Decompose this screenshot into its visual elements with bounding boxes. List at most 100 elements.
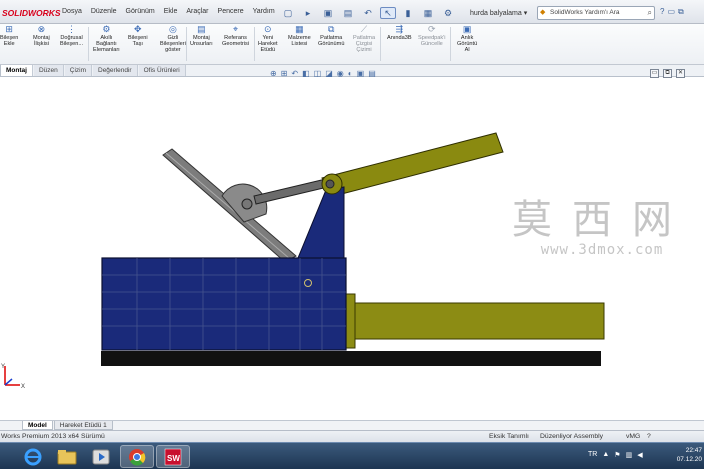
ribbon-button-new-motion-study[interactable]: ⊙ Yeni Hareket Etüdü [258,25,278,54]
ribbon-button-mate[interactable]: ⊗ Montaj İlişkisi [33,25,50,48]
ribbon-button-speedpak[interactable]: ⟳ Speedpak'i Güncelle [418,25,446,48]
minimize-icon[interactable]: ▭ [667,7,675,17]
tray-arrow-icon[interactable]: ▲ [602,451,609,459]
ribbon-button-insert-component[interactable]: ⊞ Bileşen Ekle [0,24,18,48]
open-document-icon[interactable]: ▸ [300,7,316,19]
linear-pattern-icon: ⋮ [67,24,76,34]
status-product: Works Premium 2013 x64 Sürümü [1,433,105,440]
tab-office-products[interactable]: Ofis Ürünleri [138,65,186,76]
instant3d-icon: ⇶ [395,24,404,34]
ie-icon[interactable] [16,445,50,468]
menu-window[interactable]: Pencere [218,8,244,15]
zoom-to-fit-icon[interactable]: ⊕ [270,69,277,78]
zoom-area-icon[interactable]: ⊞ [281,69,288,78]
menu-tools[interactable]: Araçlar [186,8,208,15]
graphics-area[interactable]: 莫西网 www.3dmox.com Y X [0,77,704,420]
view-settings-icon[interactable]: ▤ [368,69,376,78]
ribbon-button-assembly-features[interactable]: ▤ Montaj Unsurları [190,25,213,48]
search-icon[interactable]: ⌕ [648,7,652,19]
tab-evaluate[interactable]: Değerlendir [93,65,138,76]
file-properties-icon[interactable]: ▦ [420,7,436,19]
ribbon-button-linear-pattern[interactable]: ⋮ Doğrusal Bileşen... [60,24,84,48]
ribbon-button-reference-geometry[interactable]: ⌖ Referans Geometrisi [222,24,249,48]
undo-icon[interactable]: ↶ [360,7,376,19]
menu-insert[interactable]: Ekle [164,8,178,15]
ribbon-separator [254,27,255,61]
viewport-minimize-icon[interactable]: ▭ [650,69,659,78]
ribbon-label: Ekle [3,41,15,48]
tab-assembly[interactable]: Montaj [0,65,33,76]
scene-icon[interactable]: ▣ [357,69,365,78]
hide-show-icon[interactable]: ◉ [337,69,344,78]
solidworks-taskbar-icon[interactable]: SW [156,445,190,468]
options-icon[interactable]: ⚙ [440,7,456,19]
volume-icon[interactable]: ◀ [637,451,642,459]
ribbon-button-show-hidden[interactable]: ◎ Gizli Bileşenleri göster [160,25,186,54]
watermark: 莫西网 www.3dmox.com [512,198,692,258]
menu-help[interactable]: Yardım [253,8,275,15]
ribbon-button-exploded-view[interactable]: ⧉ Patlatma Görünümü [318,25,344,48]
print-icon[interactable]: ▤ [340,7,356,19]
ram-cylinder[interactable] [351,302,605,340]
ribbon-label: Taşı [132,41,143,48]
menu-bar: Dosya Düzenle Görünüm Ekle Araçlar Pence… [62,8,275,15]
base-body[interactable] [101,257,347,351]
section-view-icon[interactable]: ◧ [302,69,310,78]
previous-view-icon[interactable]: ↶ [291,69,298,78]
explorer-icon[interactable] [50,445,84,468]
reference-geometry-icon: ⌖ [232,24,239,34]
menu-view[interactable]: Görünüm [126,8,155,15]
document-name[interactable]: hurda balyalama ▾ [470,9,527,17]
ribbon-button-bom[interactable]: ▦ Malzeme Listesi [288,25,311,48]
svg-text:SW: SW [167,454,180,463]
watermark-url: www.3dmox.com [540,242,664,258]
display-style-icon[interactable]: ◪ [325,69,333,78]
ribbon-label: Al [464,47,470,54]
ribbon-label: Unsurları [190,41,213,48]
viewport-close-icon[interactable]: ✕ [676,69,685,78]
menu-file[interactable]: Dosya [62,8,82,15]
save-icon[interactable]: ▣ [320,7,336,19]
reference-triad: Y X [0,362,30,392]
restore-icon[interactable]: ⧉ [678,7,684,17]
tab-motion-study[interactable]: Hareket Etüdü 1 [53,421,113,430]
ribbon-button-smart-fasteners[interactable]: ⚙ Akıllı Bağlantı Elemanları [93,25,120,54]
language-indicator[interactable]: TR [588,451,597,459]
clock[interactable]: 22:47 07.12.20 [677,446,702,464]
rear-tower[interactable] [297,186,345,259]
base-rail[interactable] [101,351,601,366]
viewport-restore-icon[interactable]: ⧉ [663,69,672,78]
tab-layout[interactable]: Düzen [33,65,64,76]
appearance-icon[interactable]: ◐ [348,69,353,78]
menu-edit[interactable]: Düzenle [91,8,117,15]
flag-icon[interactable]: ⚑ [614,451,620,459]
status-units[interactable]: vMG [626,433,640,440]
chrome-icon[interactable] [120,445,154,468]
clock-time: 22:47 [685,447,702,454]
triad-icon: Y X [1,364,25,390]
insert-component-icon: ⊞ [5,24,13,34]
rebuild-icon[interactable]: ▮ [400,7,416,19]
select-arrow-icon[interactable]: ↖ [380,7,396,19]
ribbon-button-explode-line[interactable]: ⟋ Patlatma Çizgisi Çizimi [353,25,375,54]
view-orientation-icon[interactable]: ◫ [314,69,322,78]
ribbon-button-instant3d[interactable]: ⇶ Anında3B [387,24,412,42]
triad-x-label: X [21,384,25,390]
new-document-icon[interactable]: ▢ [280,7,296,19]
linkage-bar[interactable] [253,177,333,205]
network-icon[interactable]: ▥ [626,451,633,459]
help-icon[interactable]: ? [660,7,664,17]
ribbon-label: Bileşen... [60,41,84,48]
ribbon-separator [450,27,451,61]
tab-model[interactable]: Model [22,421,53,430]
search-input[interactable]: ◆ SolidWorks Yardım'ı Ara ⌕ [537,6,655,20]
smart-fasteners-icon: ⚙ [102,24,111,34]
solidworks-logo[interactable]: SOLIDWORKS [0,5,61,21]
tab-sketch[interactable]: Çizim [64,65,92,76]
status-help-icon[interactable]: ? [647,433,651,440]
status-definition: Eksik Tanımlı [489,433,529,440]
media-player-icon[interactable] [84,445,118,468]
ribbon-button-move-component[interactable]: ✥ Bileşeni Taşı [128,25,148,48]
press-arm[interactable] [321,132,504,198]
ribbon-button-snapshot[interactable]: ▣ Anlık Görüntü Al [457,25,477,54]
